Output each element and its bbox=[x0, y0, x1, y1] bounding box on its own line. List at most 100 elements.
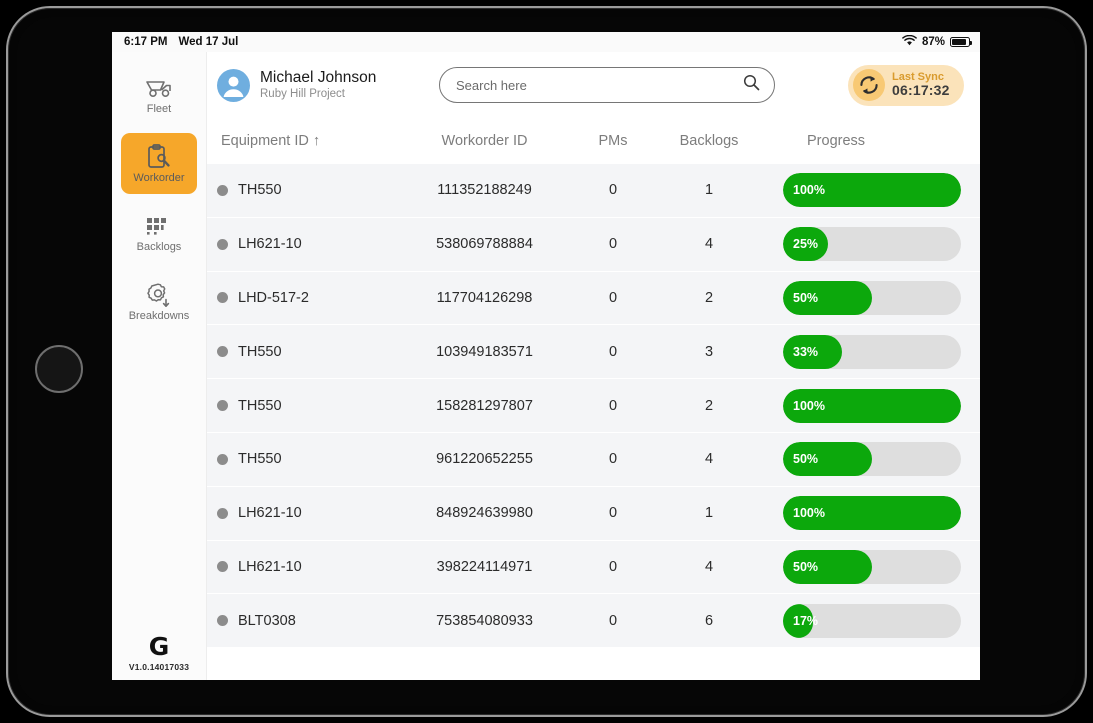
clipboard-wrench-icon bbox=[144, 144, 174, 170]
status-dot-icon bbox=[217, 239, 228, 250]
cell-backlogs: 4 bbox=[659, 451, 759, 467]
cell-equipment-id: TH550 bbox=[217, 398, 402, 414]
cell-pms: 0 bbox=[567, 290, 659, 306]
column-header-pms[interactable]: PMs bbox=[567, 133, 659, 149]
equipment-id-value: BLT0308 bbox=[238, 613, 296, 629]
cell-workorder-id: 538069788884 bbox=[402, 236, 567, 252]
refresh-icon bbox=[853, 69, 885, 101]
cell-equipment-id: LH621-10 bbox=[217, 236, 402, 252]
progress-percent-label: 25% bbox=[793, 237, 818, 251]
cell-backlogs: 6 bbox=[659, 613, 759, 629]
grid-icon bbox=[144, 213, 174, 239]
cell-progress: 100% bbox=[759, 173, 970, 207]
progress-percent-label: 100% bbox=[793, 183, 825, 197]
cell-workorder-id: 753854080933 bbox=[402, 613, 567, 629]
sidebar-item-fleet[interactable]: Fleet bbox=[121, 64, 197, 125]
screenshot-root: 6:17 PM Wed 17 Jul 87% bbox=[0, 0, 1093, 723]
progress-bar: 25% bbox=[783, 227, 961, 261]
brand-logo: G bbox=[149, 634, 170, 659]
progress-percent-label: 50% bbox=[793, 560, 818, 574]
table-row[interactable]: TH550 96122065225504 50% bbox=[207, 433, 980, 487]
table-row[interactable]: TH55015828129780702100% bbox=[207, 379, 980, 433]
cell-backlogs: 4 bbox=[659, 236, 759, 252]
cell-pms: 0 bbox=[567, 451, 659, 467]
cell-equipment-id: TH550 bbox=[217, 344, 402, 360]
column-header-workorder-id[interactable]: Workorder ID bbox=[402, 133, 567, 149]
sidebar-item-workorder[interactable]: Workorder bbox=[121, 133, 197, 194]
status-bar-time: 6:17 PM bbox=[124, 36, 167, 48]
cell-pms: 0 bbox=[567, 559, 659, 575]
app-brand: G V1.0.14017033 bbox=[112, 634, 206, 672]
status-dot-icon bbox=[217, 185, 228, 196]
app-screen: 6:17 PM Wed 17 Jul 87% bbox=[112, 32, 980, 680]
table-row[interactable]: LHD-517-21177041262980250% bbox=[207, 272, 980, 326]
status-dot-icon bbox=[217, 508, 228, 519]
status-dot-icon bbox=[217, 346, 228, 357]
equipment-id-value: TH550 bbox=[238, 451, 282, 467]
cell-workorder-id: 961220652255 bbox=[402, 451, 567, 467]
cell-pms: 0 bbox=[567, 182, 659, 198]
truck-icon bbox=[144, 75, 174, 101]
progress-percent-label: 33% bbox=[793, 345, 818, 359]
avatar bbox=[217, 69, 250, 102]
progress-bar: 50% bbox=[783, 550, 961, 584]
table-row[interactable]: TH5501039491835710333% bbox=[207, 325, 980, 379]
progress-percent-label: 100% bbox=[793, 506, 825, 520]
sidebar-item-breakdowns[interactable]: Breakdowns bbox=[121, 271, 197, 332]
user-text: Michael Johnson Ruby Hill Project bbox=[260, 69, 376, 101]
sidebar-item-label: Backlogs bbox=[137, 242, 182, 253]
table-row[interactable]: BLT03087538540809330617% bbox=[207, 594, 980, 648]
cell-backlogs: 2 bbox=[659, 398, 759, 414]
cell-equipment-id: TH550 bbox=[217, 182, 402, 198]
home-button[interactable] bbox=[35, 345, 83, 393]
column-header-progress[interactable]: Progress bbox=[759, 133, 970, 149]
equipment-id-value: LH621-10 bbox=[238, 505, 302, 521]
cell-pms: 0 bbox=[567, 344, 659, 360]
cell-progress: 100% bbox=[759, 496, 970, 530]
user-profile[interactable]: Michael Johnson Ruby Hill Project bbox=[217, 69, 417, 102]
search-bar[interactable] bbox=[439, 67, 775, 103]
wifi-icon bbox=[902, 35, 917, 49]
user-name: Michael Johnson bbox=[260, 69, 376, 87]
column-header-label: Equipment ID ↑ bbox=[221, 133, 320, 149]
cell-progress: 50% bbox=[759, 550, 970, 584]
cell-progress: 50% bbox=[759, 442, 970, 476]
gear-download-icon bbox=[144, 282, 174, 308]
sidebar-item-backlogs[interactable]: Backlogs bbox=[121, 202, 197, 263]
column-header-equipment-id[interactable]: Equipment ID ↑ bbox=[217, 133, 402, 149]
cell-workorder-id: 103949183571 bbox=[402, 344, 567, 360]
table-row[interactable]: LH621-105380697888840425% bbox=[207, 218, 980, 272]
cell-backlogs: 1 bbox=[659, 505, 759, 521]
equipment-id-value: LHD-517-2 bbox=[238, 290, 309, 306]
table-row[interactable]: TH55011135218824901100% bbox=[207, 164, 980, 218]
status-bar: 6:17 PM Wed 17 Jul 87% bbox=[112, 32, 980, 52]
equipment-id-value: LH621-10 bbox=[238, 559, 302, 575]
equipment-id-value: TH550 bbox=[238, 398, 282, 414]
project-name: Ruby Hill Project bbox=[260, 88, 376, 101]
search-input[interactable] bbox=[456, 78, 743, 93]
cell-workorder-id: 117704126298 bbox=[402, 290, 567, 306]
equipment-id-value: TH550 bbox=[238, 182, 282, 198]
cell-progress: 25% bbox=[759, 227, 970, 261]
sidebar-item-label: Workorder bbox=[133, 173, 184, 184]
progress-percent-label: 100% bbox=[793, 399, 825, 413]
last-sync-button[interactable]: Last Sync 06:17:32 bbox=[848, 65, 964, 106]
status-dot-icon bbox=[217, 400, 228, 411]
progress-bar: 33% bbox=[783, 335, 961, 369]
app-version-label: V1.0.14017033 bbox=[129, 662, 189, 672]
battery-icon bbox=[950, 37, 970, 47]
status-dot-icon bbox=[217, 615, 228, 626]
equipment-id-value: TH550 bbox=[238, 344, 282, 360]
progress-bar: 100% bbox=[783, 496, 961, 530]
cell-workorder-id: 111352188249 bbox=[402, 182, 567, 198]
column-header-backlogs[interactable]: Backlogs bbox=[659, 133, 759, 149]
cell-equipment-id: LH621-10 bbox=[217, 505, 402, 521]
progress-bar: 100% bbox=[783, 389, 961, 423]
search-icon[interactable] bbox=[743, 74, 760, 96]
cell-progress: 50% bbox=[759, 281, 970, 315]
progress-percent-label: 50% bbox=[793, 452, 818, 466]
table-row[interactable]: LH621-1084892463998001100% bbox=[207, 487, 980, 541]
table-row[interactable]: LH621-103982241149710450% bbox=[207, 541, 980, 595]
status-dot-icon bbox=[217, 561, 228, 572]
status-bar-right: 87% bbox=[902, 35, 970, 49]
